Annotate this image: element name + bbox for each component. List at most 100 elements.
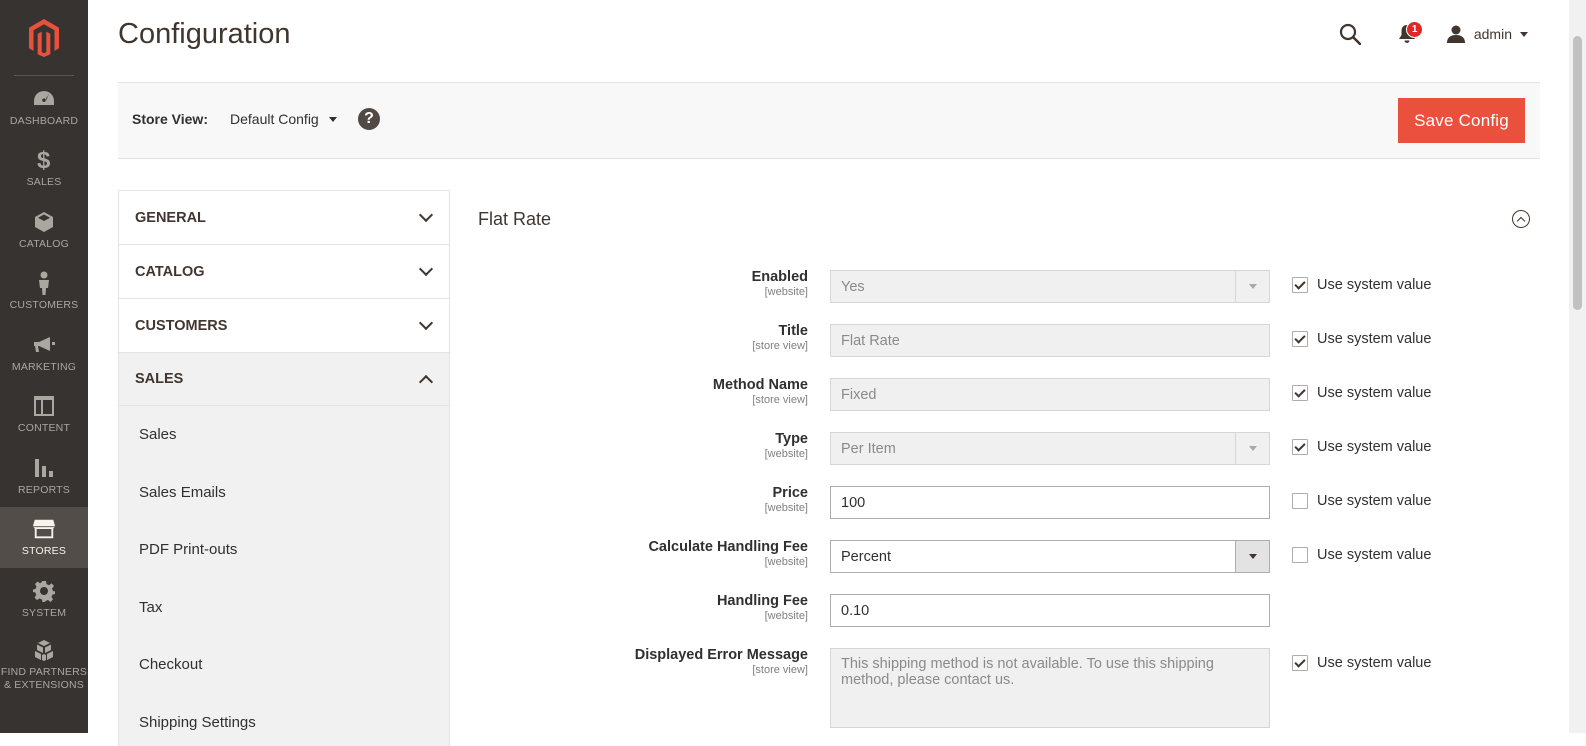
use-system-label: Use system value: [1317, 493, 1431, 509]
use-system-value-checkbox[interactable]: Use system value: [1292, 547, 1431, 563]
store-view-label: Store View:: [132, 111, 208, 127]
checkbox-checked[interactable]: [1292, 331, 1308, 347]
magento-logo[interactable]: [14, 0, 74, 76]
tab-item-sales[interactable]: Sales: [119, 406, 449, 464]
field-scope: [store view]: [713, 394, 808, 407]
storefront-icon: [32, 517, 56, 541]
search-button[interactable]: [1334, 18, 1366, 50]
dollar-icon: $: [32, 148, 56, 172]
use-system-value-checkbox[interactable]: Use system value: [1292, 493, 1431, 509]
flat-rate-section-header[interactable]: Flat Rate: [478, 206, 1530, 232]
use-system-value-checkbox[interactable]: Use system value: [1292, 277, 1431, 293]
checkbox-unchecked[interactable]: [1292, 547, 1308, 563]
select-value: Percent: [841, 549, 891, 565]
handling-fee-type-select[interactable]: Percent: [830, 540, 1270, 573]
use-system-value-checkbox[interactable]: Use system value: [1292, 385, 1431, 401]
page-scrollbar[interactable]: [1569, 0, 1586, 733]
field-label-text: Handling Fee: [717, 592, 808, 610]
field-scope: [website]: [752, 286, 808, 299]
title-input[interactable]: Flat Rate: [830, 324, 1270, 357]
field-calculate-handling-fee: Calculate Handling Fee [website] Percent…: [478, 538, 1528, 578]
tab-item-pdf-printouts[interactable]: PDF Print-outs: [119, 521, 449, 579]
admin-sidebar: DASHBOARD $ SALES CATALOG CUSTOMERS MARK…: [0, 0, 88, 733]
field-label-text: Type: [765, 430, 808, 448]
tab-item-sales-emails[interactable]: Sales Emails: [119, 464, 449, 522]
checkbox-checked[interactable]: [1292, 277, 1308, 293]
nav-catalog[interactable]: CATALOG: [0, 199, 88, 261]
tab-customers[interactable]: CUSTOMERS: [118, 298, 450, 352]
handling-fee-input[interactable]: 0.10: [830, 594, 1270, 627]
header-actions: 1 admin: [1334, 18, 1528, 50]
admin-username: admin: [1474, 26, 1512, 42]
type-select[interactable]: Per Item: [830, 432, 1270, 465]
chevron-down-icon: [1235, 541, 1269, 572]
tab-item-tax[interactable]: Tax: [119, 579, 449, 637]
use-system-value-checkbox[interactable]: Use system value: [1292, 439, 1431, 455]
dashboard-icon: [32, 87, 56, 111]
tab-label: CUSTOMERS: [135, 318, 227, 334]
notifications-button[interactable]: 1: [1392, 18, 1422, 50]
field-handling-fee: Handling Fee [website] 0.10: [478, 592, 1528, 632]
field-scope: [store view]: [635, 664, 808, 677]
nav-customers[interactable]: CUSTOMERS: [0, 261, 88, 323]
tab-label: GENERAL: [135, 210, 206, 226]
nav-sales[interactable]: $ SALES: [0, 138, 88, 200]
nav-dashboard[interactable]: DASHBOARD: [0, 76, 88, 138]
checkbox-checked[interactable]: [1292, 655, 1308, 671]
nav-label: MARKETING: [12, 361, 76, 373]
nav-stores[interactable]: STORES: [0, 507, 88, 569]
field-price: Price [website] 100 Use system value: [478, 484, 1528, 524]
nav-label: CUSTOMERS: [10, 299, 79, 311]
nav-content[interactable]: CONTENT: [0, 384, 88, 446]
gear-icon: [32, 579, 56, 603]
use-system-label: Use system value: [1317, 655, 1431, 671]
field-displayed-error-message: Displayed Error Message [store view] Thi…: [478, 646, 1528, 733]
nav-label: CATALOG: [19, 238, 69, 250]
admin-user-menu[interactable]: admin: [1446, 25, 1528, 43]
person-icon: [32, 271, 56, 295]
checkbox-unchecked[interactable]: [1292, 493, 1308, 509]
chevron-down-icon: [419, 262, 433, 276]
field-label: Title [store view]: [752, 322, 808, 353]
field-label-text: Method Name: [713, 376, 808, 394]
tab-sales[interactable]: SALES: [118, 352, 450, 406]
nav-find-partners[interactable]: FIND PARTNERS & EXTENSIONS: [0, 630, 88, 700]
store-view-dropdown[interactable]: Default Config: [230, 111, 337, 127]
megaphone-icon: [32, 333, 56, 357]
search-icon: [1339, 23, 1361, 45]
select-value: Per Item: [841, 441, 896, 457]
scrollbar-thumb[interactable]: [1573, 36, 1582, 310]
checkbox-checked[interactable]: [1292, 439, 1308, 455]
save-config-button[interactable]: Save Config: [1398, 98, 1525, 143]
nav-label: CONTENT: [18, 422, 70, 434]
tab-item-checkout[interactable]: Checkout: [119, 636, 449, 694]
nav-reports[interactable]: REPORTS: [0, 445, 88, 507]
nav-marketing[interactable]: MARKETING: [0, 322, 88, 384]
price-input[interactable]: 100: [830, 486, 1270, 519]
chevron-down-icon: [1235, 433, 1269, 464]
use-system-value-checkbox[interactable]: Use system value: [1292, 655, 1431, 671]
help-icon[interactable]: ?: [358, 108, 380, 130]
field-label: Type [website]: [765, 430, 808, 461]
input-value: Flat Rate: [841, 333, 900, 349]
enabled-select[interactable]: Yes: [830, 270, 1270, 303]
chevron-down-icon: [1520, 32, 1528, 37]
field-type: Type [website] Per Item Use system value: [478, 430, 1528, 470]
tab-general[interactable]: GENERAL: [118, 190, 450, 244]
tab-catalog[interactable]: CATALOG: [118, 244, 450, 298]
collapse-icon[interactable]: [1512, 210, 1530, 228]
error-message-textarea[interactable]: This shipping method is not available. T…: [830, 648, 1270, 728]
checkbox-checked[interactable]: [1292, 385, 1308, 401]
input-value: 100: [841, 495, 865, 511]
input-value: Fixed: [841, 387, 876, 403]
method-name-input[interactable]: Fixed: [830, 378, 1270, 411]
bar-chart-icon: [32, 456, 56, 480]
use-system-label: Use system value: [1317, 331, 1431, 347]
field-label: Price [website]: [765, 484, 808, 515]
nav-system[interactable]: SYSTEM: [0, 568, 88, 630]
tab-item-shipping-settings[interactable]: Shipping Settings: [119, 694, 449, 746]
field-label: Calculate Handling Fee [website]: [648, 538, 808, 569]
use-system-label: Use system value: [1317, 439, 1431, 455]
use-system-value-checkbox[interactable]: Use system value: [1292, 331, 1431, 347]
nav-label: REPORTS: [18, 484, 70, 496]
